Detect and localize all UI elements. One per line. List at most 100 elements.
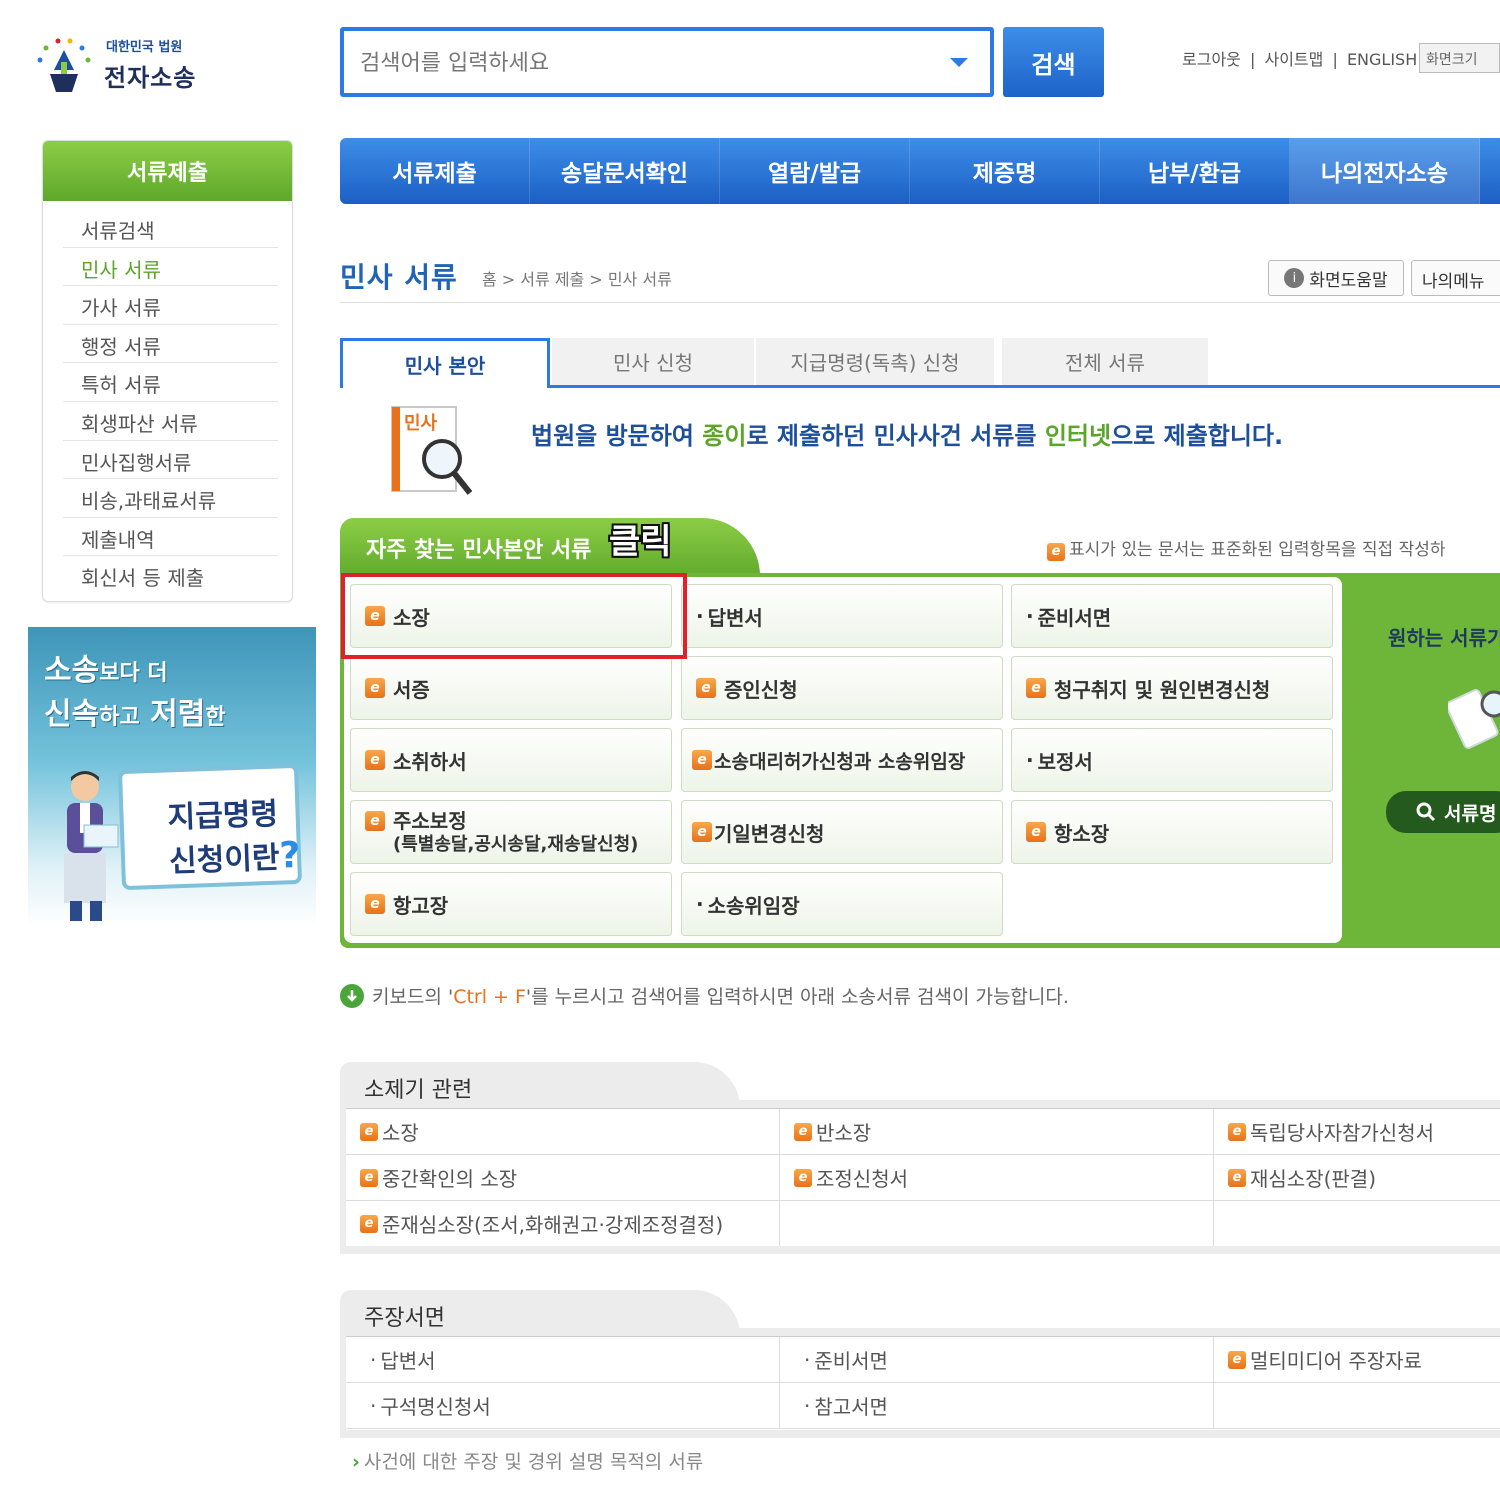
intro-part: 법원을 방문하여	[531, 422, 703, 450]
doc-documentary-evidence[interactable]: e 서증	[350, 656, 672, 720]
hint-part: 키보드의 '	[372, 986, 454, 1008]
promo-text: 보다 더	[99, 661, 168, 686]
table-cell[interactable]: e 반소장	[780, 1109, 1214, 1154]
cell-label: 준재심소장(조서,화해권고·강제조정결정)	[382, 1213, 724, 1237]
table-cell[interactable]: e 조정신청서	[780, 1155, 1214, 1200]
nav-payment-refund[interactable]: 납부/환급	[1100, 138, 1290, 204]
sidebar-item-civil[interactable]: 민사 서류	[63, 248, 278, 287]
sidebar-item-non-litigation[interactable]: 비송,과태료서류	[63, 479, 278, 518]
sidebar-item-submission-history[interactable]: 제출내역	[63, 518, 278, 557]
arrow-down-circle-icon	[340, 983, 364, 1008]
nav-delivery-check[interactable]: 송달문서확인	[530, 138, 720, 204]
logo-subtitle: 대한민국 법원	[106, 40, 183, 55]
document-search-illustration-icon	[1448, 689, 1500, 749]
doc-attorney-permission[interactable]: e 소송대리허가신청과 소송위임장	[681, 728, 1003, 792]
hint-text: 키보드의 'Ctrl + F'를 누르시고 검색어를 입력하시면 아래 소송서류…	[372, 982, 1069, 1009]
e-form-icon: e	[360, 1168, 378, 1187]
cell-label: 독립당사자참가신청서	[1250, 1121, 1434, 1145]
table-cell[interactable]: · 구석명신청서	[346, 1383, 780, 1428]
screen-size-control[interactable]: 화면크기	[1419, 43, 1500, 73]
question-mark: ?	[278, 834, 302, 877]
doc-power-of-attorney[interactable]: · 소송위임장	[681, 872, 1003, 936]
nav-view-issue[interactable]: 열람/발급	[720, 138, 910, 204]
e-form-icon: e	[360, 1214, 378, 1233]
nav-document-submission[interactable]: 서류제출	[340, 138, 530, 204]
table-cell[interactable]: e 준재심소장(조서,화해권고·강제조정결정)	[346, 1201, 780, 1246]
sidebar-item-bankruptcy[interactable]: 회생파산 서류	[63, 402, 278, 441]
e-form-icon: e	[365, 811, 385, 831]
screen-help-button[interactable]: i 화면도움말	[1268, 260, 1404, 296]
doc-address-correction[interactable]: e 주소보정 (특별송달,공시송달,재송달신청)	[350, 800, 672, 864]
doc-date-change[interactable]: e 기일변경신청	[681, 800, 1003, 864]
search-input[interactable]	[360, 45, 920, 81]
payment-order-promo-banner[interactable]: 소송보다 더 신속하고 저렴한 지급명령 신청이란?	[28, 627, 316, 927]
cell-label: 반소장	[816, 1121, 872, 1145]
table-cell[interactable]: e 멀티미디어 주장자료	[1214, 1337, 1500, 1382]
tab-civil-main[interactable]: 민사 본안	[340, 338, 550, 388]
e-form-icon: e	[1228, 1122, 1246, 1141]
promo-board-line-2: 신청이란?	[168, 832, 301, 881]
note-text: 표시가 있는 문서는 표준화된 입력항목을 직접 작성하	[1069, 540, 1446, 560]
sidebar-item-administrative[interactable]: 행정 서류	[63, 325, 278, 364]
doc-sublabel: (특별송달,공시송달,재송달신청)	[393, 834, 639, 855]
table-cell[interactable]: · 준비서면	[780, 1337, 1214, 1382]
my-menu-button[interactable]: 나의메뉴	[1411, 260, 1500, 296]
search-button[interactable]: 검색	[1003, 27, 1104, 97]
cell-label: 조정신청서	[816, 1167, 908, 1191]
doc-label: 증인신청	[724, 677, 798, 702]
table-row: e 소장 e 반소장 e 독립당사자참가신청서	[346, 1109, 1500, 1155]
e-form-icon: e	[1228, 1168, 1246, 1187]
table-cell[interactable]: e 독립당사자참가신청서	[1214, 1109, 1500, 1154]
table-cell[interactable]: · 답변서	[346, 1337, 780, 1382]
sidebar-item-civil-execution[interactable]: 민사집행서류	[63, 441, 278, 480]
doc-witness-application[interactable]: e 증인신청	[681, 656, 1003, 720]
doc-answer[interactable]: · 답변서	[681, 584, 1003, 648]
nav-certificates[interactable]: 제증명	[910, 138, 1100, 204]
hint-key: Ctrl + F	[453, 986, 526, 1008]
category-table-pleadings: · 답변서 · 준비서면 e 멀티미디어 주장자료 · 구석명신청서 · 참고서면	[346, 1336, 1500, 1429]
promo-text: 신속	[44, 697, 100, 732]
doc-label: 청구취지 및 원인변경신청	[1054, 677, 1271, 702]
e-form-icon: e	[1026, 822, 1046, 842]
court-emblem-icon	[37, 38, 91, 92]
doc-claim-change[interactable]: e 청구취지 및 원인변경신청	[1011, 656, 1333, 720]
sidebar-item-patent[interactable]: 특허 서류	[63, 363, 278, 402]
page-title: 민사 서류	[340, 261, 458, 294]
doc-complaint-appeal[interactable]: e 항고장	[350, 872, 672, 936]
english-link[interactable]: ENGLISH	[1345, 50, 1419, 69]
table-cell[interactable]: e 중간확인의 소장	[346, 1155, 780, 1200]
hint-part: '를 누르시고 검색어를 입력하시면 아래 소송서류 검색이 가능합니다.	[525, 986, 1069, 1008]
nav-my-e-litigation[interactable]: 나의전자소송	[1290, 138, 1480, 204]
sitemap-link[interactable]: 사이트맵	[1262, 50, 1325, 69]
cell-label: 준비서면	[814, 1349, 888, 1373]
tab-payment-order[interactable]: 지급명령(독촉) 신청	[756, 338, 994, 385]
promo-line-2: 신속하고 저렴한	[44, 689, 226, 733]
sidebar-item-document-search[interactable]: 서류검색	[63, 209, 278, 248]
sidebar-item-reply-submission[interactable]: 회신서 등 제출	[63, 556, 278, 595]
doc-brief[interactable]: · 준비서면	[1011, 584, 1333, 648]
sidebar: 서류제출 서류검색 민사 서류 가사 서류 행정 서류 특허 서류 회생파산 서…	[42, 140, 293, 602]
logout-link[interactable]: 로그아웃	[1180, 50, 1243, 69]
doc-withdrawal[interactable]: e 소취하서	[350, 728, 672, 792]
tab-bar: 민사 본안 민사 신청 지급명령(독촉) 신청 전체 서류	[340, 338, 1500, 388]
tab-all-documents[interactable]: 전체 서류	[1002, 338, 1208, 385]
person-reading-illustration	[64, 771, 119, 921]
e-form-icon: e	[360, 1122, 378, 1141]
table-cell[interactable]: e 소장	[346, 1109, 780, 1154]
intro-part: 으로 제출합니다.	[1111, 422, 1284, 450]
table-cell[interactable]: · 참고서면	[780, 1383, 1214, 1428]
highlight-box	[341, 573, 687, 659]
e-form-icon: e	[365, 894, 385, 914]
doc-correction[interactable]: · 보정서	[1011, 728, 1333, 792]
table-cell[interactable]: e 재심소장(판결)	[1214, 1155, 1500, 1200]
promo-text: 하고	[99, 705, 140, 730]
sidebar-item-family[interactable]: 가사 서류	[63, 286, 278, 325]
info-icon: i	[1284, 268, 1305, 288]
chevron-down-icon[interactable]	[950, 58, 968, 67]
court-logo[interactable]: 대한민국 법원 전자소송	[30, 30, 220, 100]
e-form-icon: e	[1228, 1350, 1246, 1369]
doc-appeal[interactable]: e 항소장	[1011, 800, 1333, 864]
document-name-search-button[interactable]: 서류명	[1386, 791, 1500, 833]
tab-civil-application[interactable]: 민사 신청	[552, 338, 754, 385]
cell-label: 참고서면	[814, 1395, 888, 1419]
